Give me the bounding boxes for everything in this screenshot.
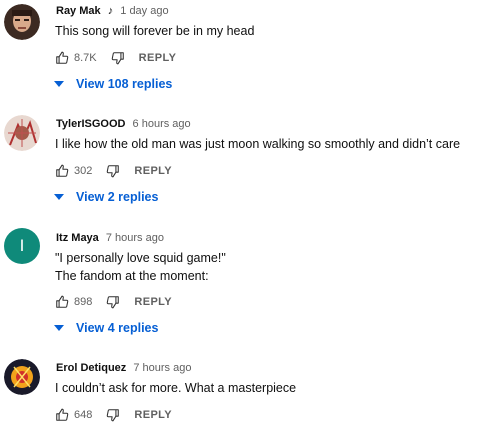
comment-actions: 8.7K REPLY — [55, 49, 176, 67]
thumbs-down-icon[interactable] — [106, 164, 120, 178]
caret-down-icon — [54, 194, 64, 200]
like-count: 648 — [74, 409, 93, 421]
avatar[interactable]: I — [4, 228, 40, 264]
reply-button[interactable]: REPLY — [134, 409, 172, 421]
reply-button[interactable]: REPLY — [134, 296, 172, 308]
reply-button[interactable]: REPLY — [134, 165, 172, 177]
caret-down-icon — [54, 325, 64, 331]
comment-text: I like how the old man was just moon wal… — [55, 135, 460, 153]
view-replies-button[interactable]: View 4 replies — [52, 321, 158, 335]
view-replies-label: View 2 replies — [76, 190, 159, 204]
comment-line: I like how the old man was just moon wal… — [55, 137, 461, 151]
thumbs-up-icon[interactable] — [55, 295, 69, 309]
comment-line: This song will forever be in my head — [55, 24, 255, 38]
like-count: 898 — [74, 296, 93, 308]
view-replies-label: View 108 replies — [76, 77, 173, 91]
comment-actions: 302 REPLY — [55, 162, 172, 180]
comment-text: This song will forever be in my head — [55, 22, 254, 40]
timestamp[interactable]: 7 hours ago — [133, 362, 191, 374]
view-replies-label: View 4 replies — [76, 321, 159, 335]
thumbs-up-icon[interactable] — [55, 164, 69, 178]
timestamp[interactable]: 1 day ago — [120, 5, 168, 17]
reply-button[interactable]: REPLY — [139, 52, 177, 64]
thumbs-down-icon[interactable] — [106, 295, 120, 309]
comment-text: "I personally love squid game!" The fand… — [55, 249, 226, 285]
author-name[interactable]: Itz Maya — [56, 232, 99, 244]
music-note-icon: ♪ — [107, 5, 114, 17]
timestamp[interactable]: 6 hours ago — [133, 118, 191, 130]
author-name[interactable]: TylerISGOOD — [56, 118, 125, 130]
comment-line: I couldn’t ask for more. What a masterpi… — [55, 381, 297, 395]
like-count: 8.7K — [74, 52, 97, 64]
timestamp[interactable]: 7 hours ago — [106, 232, 164, 244]
like-count: 302 — [74, 165, 93, 177]
author-name[interactable]: Erol Detiquez — [56, 362, 126, 374]
avatar[interactable] — [4, 115, 40, 151]
comment-meta: Itz Maya 7 hours ago — [56, 232, 164, 244]
comment-meta: Erol Detiquez 7 hours ago — [56, 362, 191, 374]
author-name[interactable]: Ray Mak — [56, 5, 101, 17]
comment-meta: Ray Mak ♪ 1 day ago — [56, 5, 169, 17]
comment-actions: 898 REPLY — [55, 293, 172, 311]
thumbs-down-icon[interactable] — [111, 51, 125, 65]
comment-line: The fandom at the moment: — [55, 269, 209, 283]
avatar[interactable] — [4, 4, 40, 40]
avatar-initial: I — [19, 236, 25, 255]
comment-text: I couldn’t ask for more. What a masterpi… — [55, 379, 296, 397]
avatar[interactable] — [4, 359, 40, 395]
comment-line: "I personally love squid game!" — [55, 251, 226, 265]
comment-actions: 648 REPLY — [55, 406, 172, 424]
view-replies-button[interactable]: View 2 replies — [52, 190, 158, 204]
comment-meta: TylerISGOOD 6 hours ago — [56, 118, 191, 130]
view-replies-button[interactable]: View 108 replies — [52, 77, 172, 91]
caret-down-icon — [54, 81, 64, 87]
thumbs-up-icon[interactable] — [55, 51, 69, 65]
